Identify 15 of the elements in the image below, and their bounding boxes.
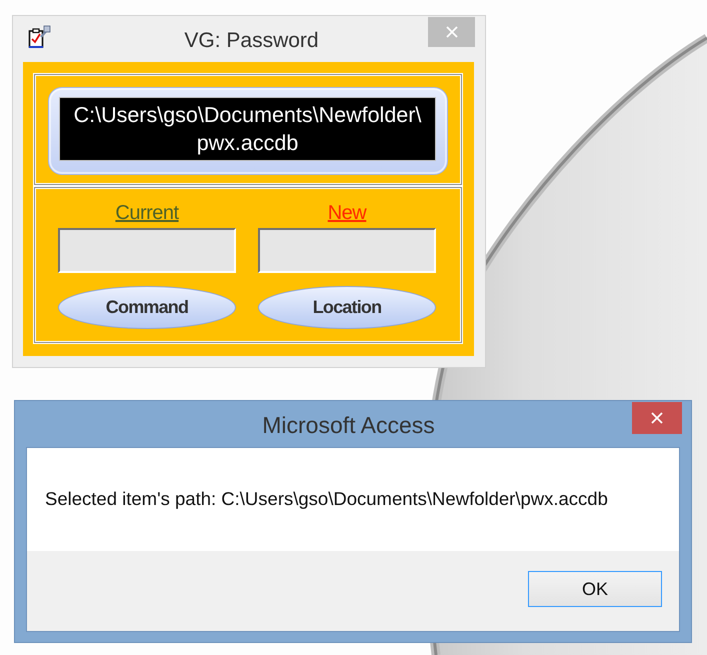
form-button[interactable]: Command <box>58 286 236 329</box>
message-text: Selected item's path: C:\Users\gso\Documents\Newfolder\pwx.accdb <box>45 488 608 510</box>
input-field[interactable] <box>58 228 236 273</box>
path-display: C:\Users\gso\Documents\Newfolder\pwx.accdb <box>59 97 436 161</box>
form-button[interactable]: Location <box>258 286 436 329</box>
field-label: Current <box>115 201 179 226</box>
close-button[interactable] <box>632 402 682 434</box>
close-icon <box>446 26 458 38</box>
window-title: VG: Password <box>184 29 319 53</box>
field-label: New <box>328 201 366 226</box>
input-field[interactable] <box>258 228 436 273</box>
clipboard-icon <box>28 25 51 49</box>
ok-button[interactable]: OK <box>528 571 662 607</box>
close-icon <box>651 412 663 424</box>
dialog-title: Microsoft Access <box>262 413 435 437</box>
